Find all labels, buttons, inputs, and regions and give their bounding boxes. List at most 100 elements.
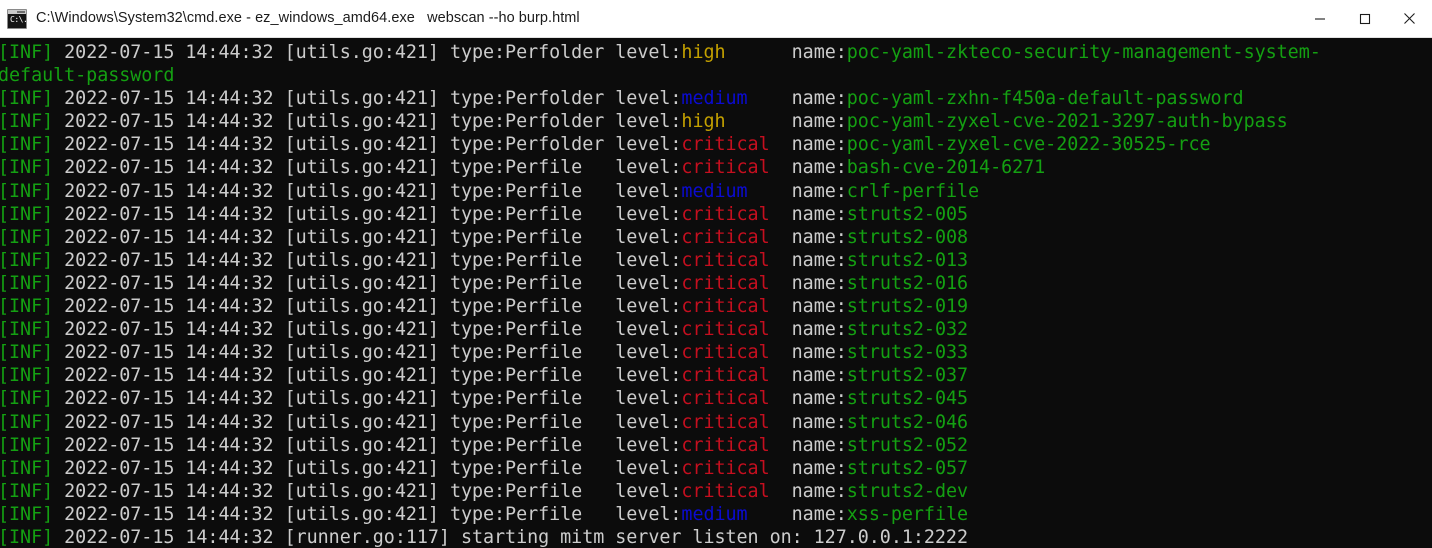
log-timestamp: 2022-07-15 14:44:32 bbox=[53, 412, 284, 433]
console-line: [INF] 2022-07-15 14:44:32 [utils.go:421]… bbox=[0, 364, 1432, 387]
console-line: [INF] 2022-07-15 14:44:32 [utils.go:421]… bbox=[0, 133, 1432, 156]
log-name-value: struts2-046 bbox=[847, 412, 968, 433]
log-source: [utils.go:421] bbox=[285, 157, 450, 178]
icon-prompt-glyph: C:\. bbox=[10, 15, 27, 24]
log-type: type:Perfolder bbox=[450, 111, 615, 132]
log-source: [utils.go:421] bbox=[285, 42, 450, 63]
console-line: [INF] 2022-07-15 14:44:32 [utils.go:421]… bbox=[0, 249, 1432, 272]
log-name-key: name: bbox=[792, 204, 847, 225]
log-level-value: medium bbox=[681, 181, 791, 202]
log-level-prefix: [INF] bbox=[0, 134, 53, 155]
log-level-prefix: [INF] bbox=[0, 388, 53, 409]
log-name-value-continued: default-password bbox=[0, 65, 174, 86]
log-name-key: name: bbox=[792, 111, 847, 132]
log-name-key: name: bbox=[792, 42, 847, 63]
log-level-prefix: [INF] bbox=[0, 204, 53, 225]
log-level-value: critical bbox=[681, 273, 791, 294]
log-level-key: level: bbox=[615, 365, 681, 386]
log-timestamp: 2022-07-15 14:44:32 bbox=[53, 250, 284, 271]
log-source: [utils.go:421] bbox=[285, 365, 450, 386]
console-line: [INF] 2022-07-15 14:44:32 [utils.go:421]… bbox=[0, 180, 1432, 203]
log-name-key: name: bbox=[792, 181, 847, 202]
log-timestamp: 2022-07-15 14:44:32 bbox=[53, 481, 284, 502]
console-line: [INF] 2022-07-15 14:44:32 [utils.go:421]… bbox=[0, 295, 1432, 318]
log-level-value: critical bbox=[681, 319, 791, 340]
maximize-button[interactable] bbox=[1342, 0, 1387, 37]
log-level-prefix: [INF] bbox=[0, 504, 53, 525]
log-level-prefix: [INF] bbox=[0, 527, 53, 548]
log-name-value: poc-yaml-zxhn-f450a-default-password bbox=[847, 88, 1244, 109]
log-level-key: level: bbox=[615, 88, 681, 109]
log-type: type:Perfile bbox=[450, 504, 615, 525]
log-type: type:Perfile bbox=[450, 296, 615, 317]
log-type: type:Perfile bbox=[450, 412, 615, 433]
log-timestamp: 2022-07-15 14:44:32 bbox=[53, 458, 284, 479]
console-line: [INF] 2022-07-15 14:44:32 [utils.go:421]… bbox=[0, 226, 1432, 249]
log-source: [utils.go:421] bbox=[285, 342, 450, 363]
console-line: [INF] 2022-07-15 14:44:32 [utils.go:421]… bbox=[0, 318, 1432, 341]
log-type: type:Perfile bbox=[450, 435, 615, 456]
log-type: type:Perfile bbox=[450, 157, 615, 178]
log-timestamp: 2022-07-15 14:44:32 bbox=[53, 42, 284, 63]
log-level-key: level: bbox=[615, 250, 681, 271]
console-line: [INF] 2022-07-15 14:44:32 [utils.go:421]… bbox=[0, 87, 1432, 110]
log-level-prefix: [INF] bbox=[0, 111, 53, 132]
console-line: [INF] 2022-07-15 14:44:32 [utils.go:421]… bbox=[0, 272, 1432, 295]
log-level-prefix: [INF] bbox=[0, 365, 53, 386]
console-output-area[interactable]: [INF] 2022-07-15 14:44:32 [utils.go:421]… bbox=[0, 38, 1432, 548]
log-level-key: level: bbox=[615, 412, 681, 433]
log-timestamp: 2022-07-15 14:44:32 bbox=[53, 388, 284, 409]
log-name-key: name: bbox=[792, 227, 847, 248]
log-level-key: level: bbox=[615, 181, 681, 202]
minimize-button[interactable] bbox=[1297, 0, 1342, 37]
log-timestamp: 2022-07-15 14:44:32 bbox=[53, 296, 284, 317]
close-button[interactable] bbox=[1387, 0, 1432, 37]
log-type: type:Perfolder bbox=[450, 42, 615, 63]
console-line: [INF] 2022-07-15 14:44:32 [utils.go:421]… bbox=[0, 41, 1432, 64]
log-level-key: level: bbox=[615, 319, 681, 340]
log-level-key: level: bbox=[615, 504, 681, 525]
console-line: [INF] 2022-07-15 14:44:32 [utils.go:421]… bbox=[0, 434, 1432, 457]
log-source: [utils.go:421] bbox=[285, 319, 450, 340]
cmd-console-icon: C:\. bbox=[7, 9, 27, 29]
log-source: [utils.go:421] bbox=[285, 134, 450, 155]
log-level-prefix: [INF] bbox=[0, 42, 53, 63]
log-level-value: critical bbox=[681, 227, 791, 248]
log-level-key: level: bbox=[615, 296, 681, 317]
log-level-value: critical bbox=[681, 250, 791, 271]
log-message: starting mitm server listen on: 127.0.0.… bbox=[461, 527, 968, 548]
log-level-value: critical bbox=[681, 458, 791, 479]
log-name-value: struts2-052 bbox=[847, 435, 968, 456]
log-type: type:Perfolder bbox=[450, 88, 615, 109]
log-level-key: level: bbox=[615, 273, 681, 294]
log-source: [utils.go:421] bbox=[285, 181, 450, 202]
log-name-value: poc-yaml-zkteco-security-management-syst… bbox=[847, 42, 1321, 63]
log-type: type:Perfile bbox=[450, 458, 615, 479]
log-name-key: name: bbox=[792, 157, 847, 178]
log-timestamp: 2022-07-15 14:44:32 bbox=[53, 181, 284, 202]
log-name-value: struts2-013 bbox=[847, 250, 968, 271]
log-level-key: level: bbox=[615, 435, 681, 456]
log-type: type:Perfile bbox=[450, 204, 615, 225]
log-level-prefix: [INF] bbox=[0, 342, 53, 363]
log-name-value: struts2-019 bbox=[847, 296, 968, 317]
log-level-key: level: bbox=[615, 388, 681, 409]
log-timestamp: 2022-07-15 14:44:32 bbox=[53, 204, 284, 225]
log-name-value: bash-cve-2014-6271 bbox=[847, 157, 1045, 178]
log-name-key: name: bbox=[792, 342, 847, 363]
log-name-key: name: bbox=[792, 88, 847, 109]
log-timestamp: 2022-07-15 14:44:32 bbox=[53, 111, 284, 132]
console-line: [INF] 2022-07-15 14:44:32 [runner.go:117… bbox=[0, 526, 1432, 548]
log-level-value: medium bbox=[681, 504, 791, 525]
log-level-prefix: [INF] bbox=[0, 458, 53, 479]
log-level-key: level: bbox=[615, 42, 681, 63]
log-source: [utils.go:421] bbox=[285, 412, 450, 433]
title-bar[interactable]: C:\. C:\Windows\System32\cmd.exe - ez_wi… bbox=[0, 0, 1432, 38]
log-source: [utils.go:421] bbox=[285, 204, 450, 225]
window-controls bbox=[1297, 0, 1432, 37]
log-timestamp: 2022-07-15 14:44:32 bbox=[53, 435, 284, 456]
log-level-prefix: [INF] bbox=[0, 250, 53, 271]
log-level-prefix: [INF] bbox=[0, 273, 53, 294]
log-source: [utils.go:421] bbox=[285, 250, 450, 271]
log-name-value: struts2-dev bbox=[847, 481, 968, 502]
